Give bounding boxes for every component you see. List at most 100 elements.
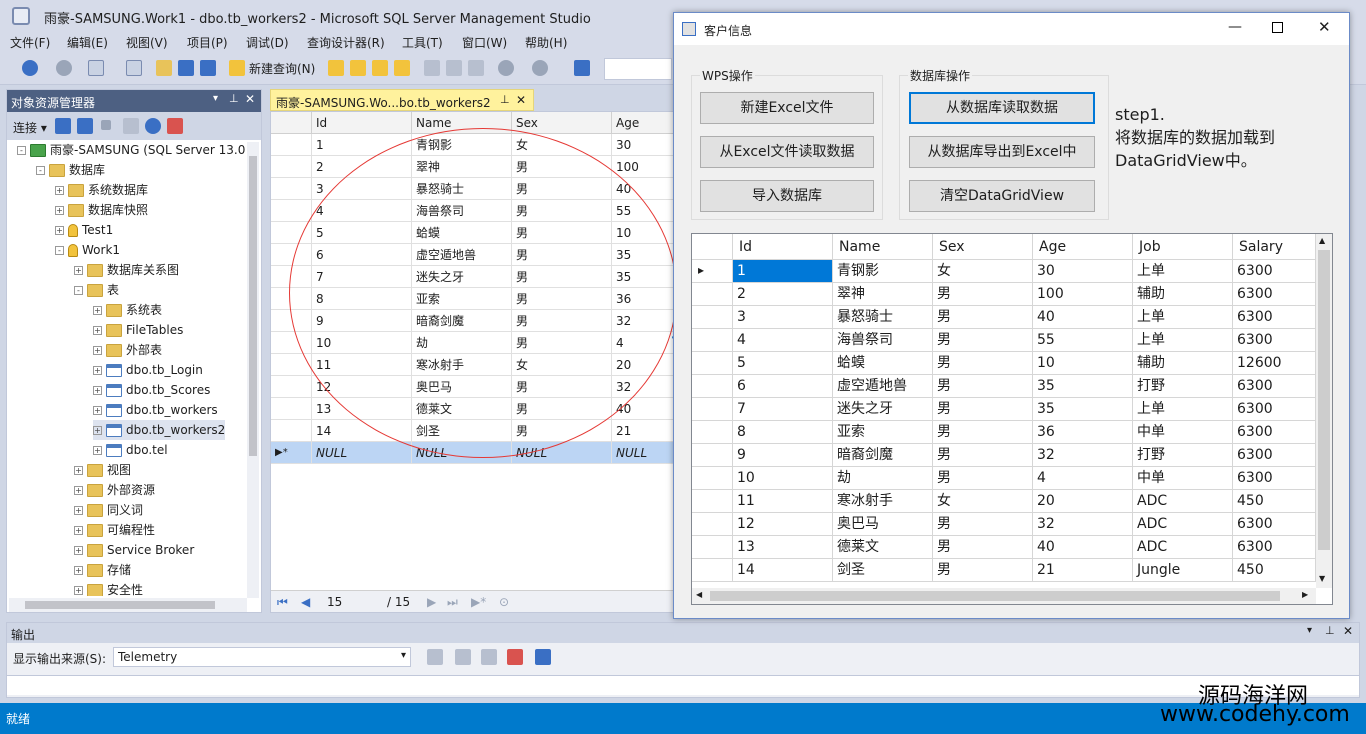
close-icon[interactable]: ✕	[516, 93, 526, 107]
new-query-button[interactable]: 新建查询(N)	[249, 60, 315, 77]
tree-node[interactable]: + 同义词	[74, 500, 143, 520]
menu-item[interactable]: 调试(D)	[246, 34, 289, 51]
scroll-thumb[interactable]	[25, 601, 215, 609]
grid-row-header[interactable]	[692, 559, 733, 582]
grid-cell[interactable]: 4	[733, 329, 833, 352]
expand-icon[interactable]: +	[93, 426, 102, 435]
read-db-button[interactable]: 从数据库读取数据	[909, 92, 1095, 124]
tree-node[interactable]: + FileTables	[93, 320, 183, 340]
scroll-left-icon[interactable]: ◀	[696, 590, 702, 599]
save-icon[interactable]	[178, 60, 194, 76]
menu-item[interactable]: 查询设计器(R)	[307, 34, 385, 51]
column-header[interactable]: Age	[612, 112, 674, 134]
grid-row-header[interactable]: ▸	[692, 260, 733, 283]
grid-cell[interactable]: 32	[1033, 444, 1133, 467]
grid-vertical-scrollbar[interactable]: ▲ ▼	[1316, 234, 1332, 588]
stop-icon[interactable]: ⊙	[499, 595, 509, 609]
tree-node[interactable]: - 数据库	[36, 160, 105, 180]
grid-cell[interactable]: 辅助	[1133, 352, 1233, 375]
grid-cell[interactable]: 6300	[1233, 444, 1316, 467]
grid-cell[interactable]: 30	[1033, 260, 1133, 283]
expand-icon[interactable]: +	[55, 226, 64, 235]
grid-cell[interactable]: 男	[933, 536, 1033, 559]
tree-node[interactable]: + 安全性	[74, 580, 143, 596]
grid-cell[interactable]: 男	[933, 375, 1033, 398]
expand-icon[interactable]: +	[93, 386, 102, 395]
grid-cell[interactable]: 21	[612, 420, 674, 442]
row-header[interactable]	[271, 200, 312, 222]
grid-cell[interactable]: 中单	[1133, 421, 1233, 444]
expand-icon[interactable]: +	[93, 306, 102, 315]
expand-icon[interactable]: +	[74, 266, 83, 275]
grid-row-header[interactable]	[692, 283, 733, 306]
column-header[interactable]: Id	[312, 112, 412, 134]
dmx-query-icon[interactable]	[372, 60, 388, 76]
expand-icon[interactable]: +	[74, 486, 83, 495]
tree-vertical-scrollbar[interactable]	[247, 142, 259, 598]
grid-cell[interactable]: 4	[1033, 467, 1133, 490]
expand-icon[interactable]: +	[74, 526, 83, 535]
grid-cell[interactable]: 德莱文	[833, 536, 933, 559]
scroll-up-icon[interactable]: ▲	[1319, 236, 1325, 245]
cut-icon[interactable]	[424, 60, 440, 76]
grid-cell[interactable]: 35	[1033, 398, 1133, 421]
grid-cell[interactable]: ADC	[1133, 513, 1233, 536]
tree-node[interactable]: + 存储	[74, 560, 131, 580]
grid-cell[interactable]: 虚空遁地兽	[833, 375, 933, 398]
expand-icon[interactable]: +	[93, 346, 102, 355]
expand-icon[interactable]: +	[74, 566, 83, 575]
tree-node[interactable]: + Test1	[55, 220, 113, 240]
dropdown-icon[interactable]: ▾	[213, 93, 218, 104]
scroll-right-icon[interactable]: ▶	[1302, 590, 1308, 599]
grid-cell[interactable]: 男	[933, 559, 1033, 582]
grid-column-header[interactable]: Salary	[1233, 234, 1316, 260]
grid-row-header[interactable]	[692, 490, 733, 513]
grid-cell[interactable]: 6300	[1233, 421, 1316, 444]
undo-icon[interactable]	[498, 60, 514, 76]
row-header[interactable]	[271, 376, 312, 398]
new-excel-button[interactable]: 新建Excel文件	[700, 92, 874, 124]
tree-node[interactable]: -表	[74, 280, 119, 300]
tree-node[interactable]: - 雨豪-SAMSUNG (SQL Server 13.0	[17, 140, 245, 160]
forward-icon[interactable]	[56, 60, 72, 76]
expand-icon[interactable]: +	[74, 546, 83, 555]
minimize-icon[interactable]: —	[1228, 19, 1242, 35]
grid-cell[interactable]: 打野	[1133, 375, 1233, 398]
add-item-icon[interactable]	[126, 60, 142, 76]
next-page-icon[interactable]: ▶	[427, 595, 436, 609]
expand-icon[interactable]: +	[74, 466, 83, 475]
expand-icon[interactable]: +	[55, 186, 64, 195]
grid-cell[interactable]: 辅助	[1133, 283, 1233, 306]
first-page-icon[interactable]: ⏮	[277, 595, 288, 610]
grid-cell[interactable]: 男	[933, 283, 1033, 306]
grid-cell[interactable]: 6300	[1233, 467, 1316, 490]
tree-node[interactable]: + 外部表	[93, 340, 162, 360]
grid-cell[interactable]: 100	[1033, 283, 1133, 306]
grid-column-header[interactable]: Sex	[933, 234, 1033, 260]
grid-cell[interactable]: 女	[933, 490, 1033, 513]
close-icon[interactable]: ✕	[1318, 18, 1331, 36]
grid-cell[interactable]: 上单	[1133, 398, 1233, 421]
grid-cell[interactable]: 8	[733, 421, 833, 444]
expand-icon[interactable]: +	[55, 206, 64, 215]
db-query-icon[interactable]	[328, 60, 344, 76]
grid-cell[interactable]: 海兽祭司	[833, 329, 933, 352]
grid-cell[interactable]: 30	[612, 134, 674, 156]
row-header[interactable]	[271, 178, 312, 200]
tree-node[interactable]: + Service Broker	[74, 540, 194, 560]
collapse-icon[interactable]: -	[55, 246, 64, 255]
grid-cell[interactable]: 女	[933, 260, 1033, 283]
grid-cell[interactable]: 12600	[1233, 352, 1316, 375]
grid-row-header[interactable]	[692, 375, 733, 398]
activity-monitor-icon[interactable]	[574, 60, 590, 76]
expand-icon[interactable]: +	[93, 406, 102, 415]
null-cell[interactable]: NULL	[612, 442, 674, 464]
grid-cell[interactable]: 6	[733, 375, 833, 398]
pin-icon[interactable]: ⊥	[500, 93, 510, 106]
menu-item[interactable]: 文件(F)	[10, 34, 50, 51]
tree-node[interactable]: + dbo.tb_Scores	[93, 380, 210, 400]
tree-horizontal-scrollbar[interactable]	[9, 598, 247, 612]
grid-row-header[interactable]	[692, 329, 733, 352]
grid-cell[interactable]: 上单	[1133, 306, 1233, 329]
row-header[interactable]	[271, 134, 312, 156]
